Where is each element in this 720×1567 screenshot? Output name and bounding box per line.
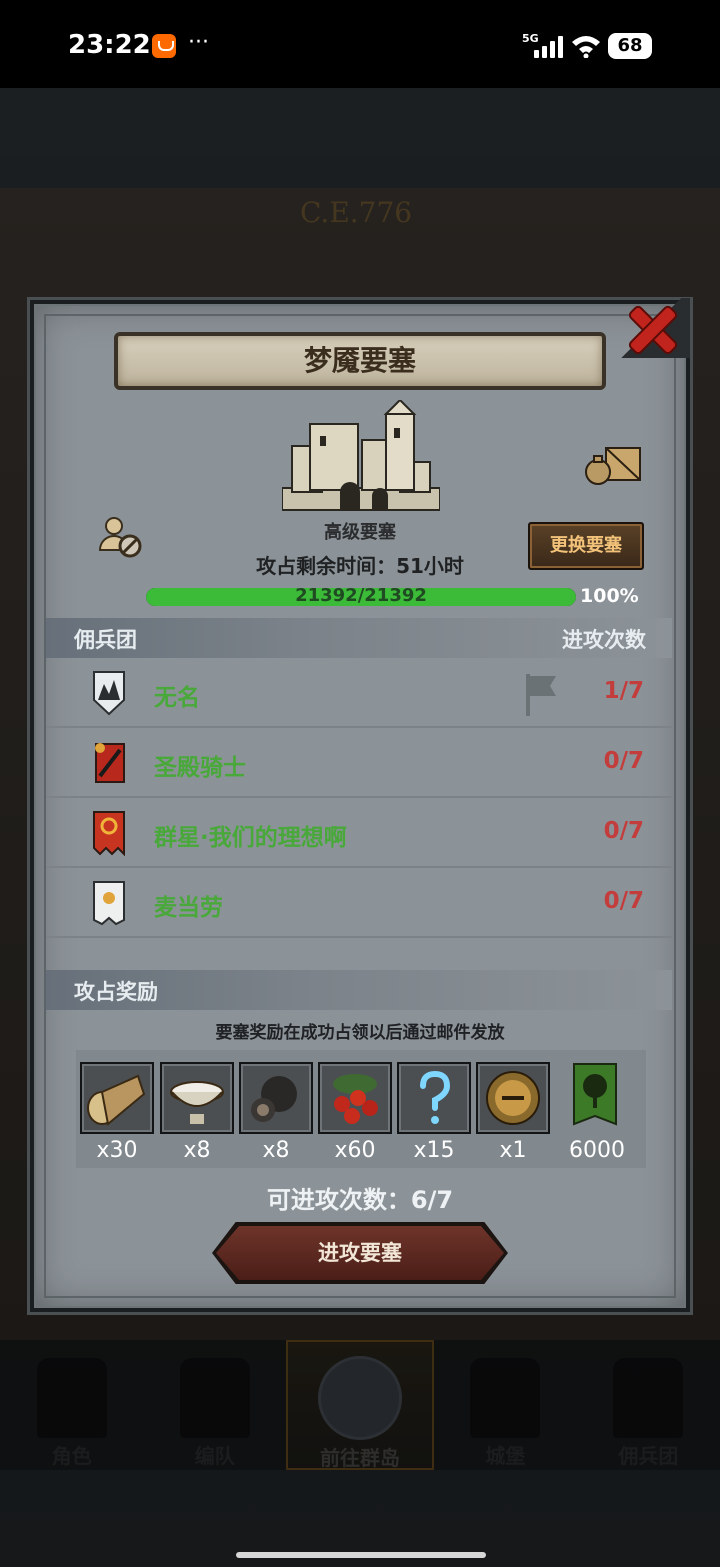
flag-icon bbox=[526, 674, 556, 716]
mountain-shield-icon bbox=[93, 671, 125, 716]
reward-item[interactable]: x8 bbox=[160, 1062, 234, 1163]
knight-helmet-icon bbox=[476, 1062, 550, 1134]
app-notification-icon bbox=[152, 34, 176, 58]
reward-quantity: x8 bbox=[183, 1138, 211, 1163]
mercenary-attack-count: 0/7 bbox=[603, 748, 644, 774]
hp-value: 21392/21392 bbox=[295, 585, 427, 606]
remaining-attacks: 可进攻次数：6/7 bbox=[266, 1186, 454, 1214]
reward-note: 要塞奖励在成功占领以后通过邮件发放 bbox=[215, 1023, 505, 1043]
mercenary-row[interactable]: 圣殿骑士 0/7 bbox=[46, 730, 672, 798]
reward-item[interactable]: x60 bbox=[318, 1062, 392, 1163]
sun-flag-icon bbox=[93, 881, 125, 926]
reward-section-header: 攻占奖励 bbox=[46, 970, 672, 1010]
wood-log-icon bbox=[80, 1062, 154, 1134]
status-bar: 23:22 ··· 5G 68 bbox=[0, 0, 720, 88]
mercenary-row[interactable]: 群星·我们的理想啊 0/7 bbox=[46, 800, 672, 868]
user-blocked-icon[interactable] bbox=[96, 516, 144, 560]
reward-item[interactable]: 6000 bbox=[560, 1062, 634, 1163]
mercenary-attack-count: 0/7 bbox=[603, 888, 644, 914]
reward-quantity: 6000 bbox=[569, 1138, 625, 1163]
battery-indicator: 68 bbox=[608, 33, 652, 59]
mercenary-row[interactable]: 麦当劳 0/7 bbox=[46, 870, 672, 938]
berries-icon bbox=[318, 1062, 392, 1134]
mercenary-name: 麦当劳 bbox=[154, 895, 223, 921]
status-time: 23:22 bbox=[68, 30, 151, 60]
more-notifications-icon: ··· bbox=[188, 30, 209, 55]
crossbow-banner-icon bbox=[95, 743, 125, 783]
reward-item[interactable]: x15 bbox=[397, 1062, 471, 1163]
reward-quantity: x8 bbox=[262, 1138, 290, 1163]
fortress-type: 高级要塞 bbox=[324, 522, 396, 543]
reward-item[interactable]: x8 bbox=[239, 1062, 313, 1163]
dialog-title: 梦魇要塞 bbox=[114, 332, 606, 390]
attack-fortress-button[interactable]: 进攻要塞 bbox=[216, 1226, 504, 1280]
mercenary-name: 群星·我们的理想啊 bbox=[154, 825, 347, 851]
reward-quantity: x15 bbox=[413, 1138, 455, 1163]
mercenary-section-header: 佣兵团 进攻次数 bbox=[46, 618, 672, 658]
wifi-icon bbox=[572, 36, 600, 58]
reward-quantity: x30 bbox=[96, 1138, 138, 1163]
supplies-icon[interactable] bbox=[584, 440, 644, 486]
mercenary-name: 无名 bbox=[154, 685, 200, 711]
reward-item[interactable]: x30 bbox=[80, 1062, 154, 1163]
switch-fortress-button[interactable]: 更换要塞 bbox=[528, 522, 644, 570]
reward-quantity: x1 bbox=[499, 1138, 527, 1163]
hp-percent: 100% bbox=[580, 585, 639, 607]
mercenary-attack-count: 0/7 bbox=[603, 818, 644, 844]
attacks-header: 进攻次数 bbox=[562, 628, 646, 652]
reward-header: 攻占奖励 bbox=[74, 980, 158, 1004]
tree-banner-icon bbox=[560, 1062, 634, 1134]
milk-bowl-icon bbox=[160, 1062, 234, 1134]
truffle-icon bbox=[239, 1062, 313, 1134]
sun-banner-icon bbox=[93, 811, 125, 856]
capture-timer: 攻占剩余时间：51小时 bbox=[256, 554, 464, 578]
mercenary-row[interactable]: 无名 1/7 bbox=[46, 660, 672, 728]
close-button[interactable] bbox=[612, 298, 690, 358]
question-mark-icon bbox=[397, 1062, 471, 1134]
reward-list: x30 x8 x8 x60 x15 x1 6000 bbox=[76, 1050, 646, 1168]
mercenary-name: 圣殿骑士 bbox=[154, 755, 246, 781]
signal-icon bbox=[534, 36, 564, 58]
mercenary-attack-count: 1/7 bbox=[603, 678, 644, 704]
home-indicator[interactable] bbox=[236, 1552, 486, 1558]
castle-icon bbox=[282, 400, 440, 511]
reward-item[interactable]: x1 bbox=[476, 1062, 550, 1163]
reward-quantity: x60 bbox=[334, 1138, 376, 1163]
mercenary-header: 佣兵团 bbox=[74, 628, 137, 652]
